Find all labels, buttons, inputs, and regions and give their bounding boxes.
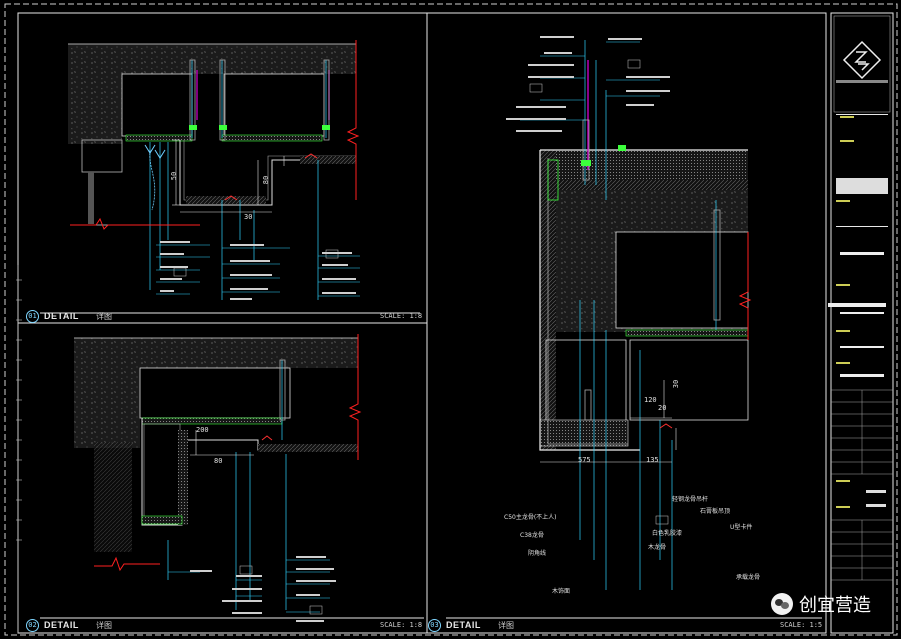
detail-02-drawing <box>74 334 362 622</box>
annotation: C38龙骨 <box>520 532 544 539</box>
annotation: 白色乳胶漆 <box>652 530 683 537</box>
watermark: 创宜营造 <box>771 591 871 617</box>
detail-03-title: DETAIL <box>446 620 481 630</box>
title-block <box>828 12 894 634</box>
wechat-icon <box>771 593 793 615</box>
detail-03-scale: SCALE: 1:5 <box>780 621 823 629</box>
annotation: 阴角线 <box>528 550 547 557</box>
dimension-text: 80 <box>214 457 223 465</box>
dimension-text: 50 <box>170 171 179 181</box>
detail-02-subtitle: 详图 <box>96 621 112 630</box>
detail-01-subtitle: 详图 <box>96 312 112 321</box>
watermark-text: 创宜营造 <box>799 595 871 616</box>
cad-drawing-sheet <box>4 3 898 636</box>
dimension-text: 80 <box>262 175 271 185</box>
annotation: 石膏板吊顶 <box>700 508 731 515</box>
dimension-text: 120 <box>644 396 657 404</box>
annotation: U型卡件 <box>730 524 753 531</box>
detail-02-scale: SCALE: 1:8 <box>380 621 423 629</box>
annotation: 轻钢龙骨吊杆 <box>672 496 709 503</box>
detail-01-scale: SCALE: 1:8 <box>380 312 423 320</box>
detail-01-title: DETAIL <box>44 311 79 321</box>
annotation: 承载龙骨 <box>736 574 761 581</box>
detail-01-number: 01 <box>26 310 39 323</box>
detail-01-drawing <box>68 40 360 300</box>
detail-03-subtitle: 详图 <box>498 621 514 630</box>
annotation: 木饰面 <box>552 588 571 595</box>
detail-03-number: 03 <box>428 619 441 632</box>
dimension-text: 30 <box>244 213 253 221</box>
dimension-text: 135 <box>646 456 659 464</box>
detail-02-number: 02 <box>26 619 39 632</box>
annotation: C50主龙骨(不上人) <box>504 514 557 521</box>
dimension-text: 20 <box>658 404 667 412</box>
dimension-text: 30 <box>672 379 681 389</box>
annotation: 木龙骨 <box>648 544 667 551</box>
dimension-text: 200 <box>196 426 209 434</box>
detail-02-title: DETAIL <box>44 620 79 630</box>
dimension-text: 575 <box>578 456 591 464</box>
company-logo-icon <box>842 40 882 80</box>
outer-frame <box>4 3 898 636</box>
left-margin-ruler <box>16 265 22 633</box>
